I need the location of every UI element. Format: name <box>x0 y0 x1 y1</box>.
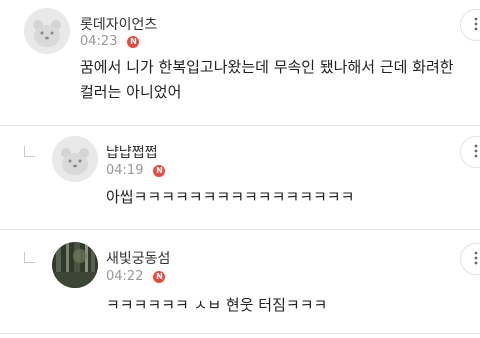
more-options-button[interactable] <box>460 136 480 168</box>
timestamp: 04:23 <box>80 34 118 49</box>
comment-text-line: ㅋㅋㅋㅋㅋㅋ ㅅㅂ 현웃 터짐ㅋㅋㅋ <box>106 296 328 314</box>
comment-text-line: 아씹ㅋㅋㅋㅋㅋㅋㅋㅋㅋㅋㅋㅋㅋㅋㅋㅋ <box>106 188 355 206</box>
new-badge: N <box>153 164 166 177</box>
more-options-button[interactable] <box>460 243 480 275</box>
new-badge: N <box>127 35 140 48</box>
default-profile-icon <box>52 136 98 182</box>
timestamp: 04:22 <box>106 269 144 284</box>
forest-photo-icon <box>52 242 98 288</box>
divider <box>0 333 480 334</box>
more-vertical-icon <box>474 143 478 162</box>
comment-text: 아씹ㅋㅋㅋㅋㅋㅋㅋㅋㅋㅋㅋㅋㅋㅋㅋㅋ <box>106 185 456 210</box>
default-profile-icon <box>24 8 70 54</box>
reply-item: 냡냡쩝쩝 04:19 N 아씹ㅋㅋㅋㅋㅋㅋㅋㅋㅋㅋㅋㅋㅋㅋㅋㅋ <box>0 126 480 229</box>
avatar-photo[interactable] <box>52 242 98 288</box>
reply-arrow-icon <box>24 146 35 157</box>
comment-text: ㅋㅋㅋㅋㅋㅋ ㅅㅂ 현웃 터짐ㅋㅋㅋ <box>106 293 456 318</box>
reply-item: 새빛궁동섬 04:22 N ㅋㅋㅋㅋㅋㅋ ㅅㅂ 현웃 터짐ㅋㅋㅋ <box>0 230 480 333</box>
comment-meta: 04:22 N <box>106 269 166 284</box>
nickname[interactable]: 새빛궁동섬 <box>106 248 170 268</box>
comment-text-line: 컬러는 아니었어 <box>80 83 182 101</box>
avatar-default[interactable] <box>52 136 98 182</box>
comment-meta: 04:23 N <box>80 34 140 49</box>
nickname[interactable]: 냡냡쩝쩝 <box>106 142 158 162</box>
new-badge: N <box>153 270 166 283</box>
more-vertical-icon <box>474 250 478 269</box>
comment-text: 꿈에서 니가 한복입고나왔는데 무속인 됐나해서 근데 화려한 컬러는 아니었어 <box>80 55 460 105</box>
more-vertical-icon <box>474 16 478 35</box>
comment-text-line: 꿈에서 니가 한복입고나왔는데 무속인 됐나해서 근데 화려한 <box>80 58 454 76</box>
nickname[interactable]: 롯데자이언츠 <box>80 14 157 34</box>
reply-arrow-icon <box>24 252 35 263</box>
more-options-button[interactable] <box>460 9 480 41</box>
comment-meta: 04:19 N <box>106 163 166 178</box>
comment-item: 롯데자이언츠 04:23 N 꿈에서 니가 한복입고나왔는데 무속인 됐나해서 … <box>0 0 480 125</box>
timestamp: 04:19 <box>106 163 144 178</box>
avatar-default[interactable] <box>24 8 70 54</box>
